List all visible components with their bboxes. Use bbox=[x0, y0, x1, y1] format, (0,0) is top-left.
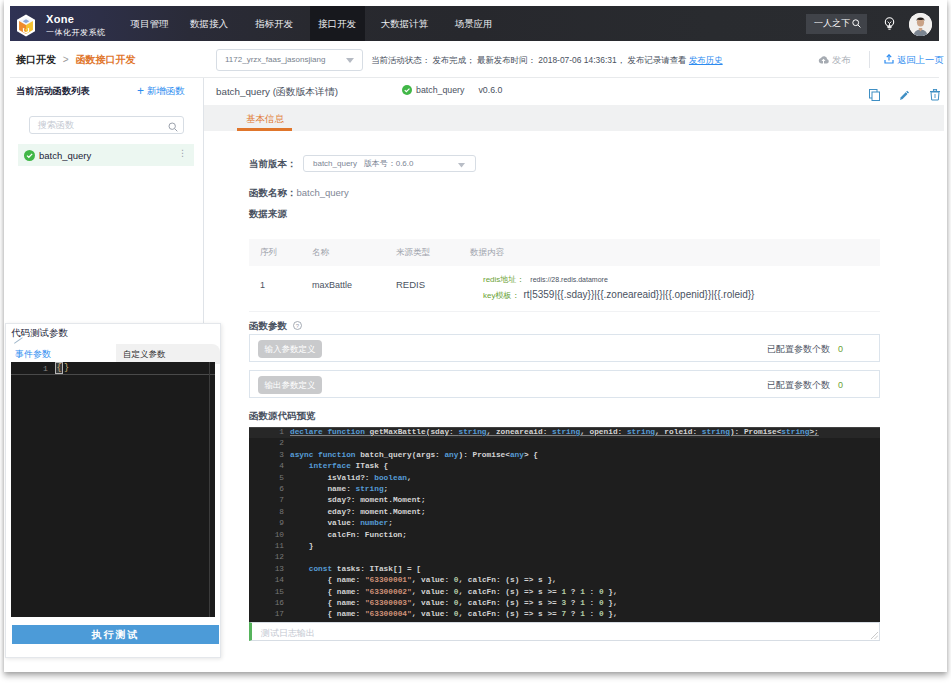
svg-text:?: ? bbox=[295, 323, 299, 329]
